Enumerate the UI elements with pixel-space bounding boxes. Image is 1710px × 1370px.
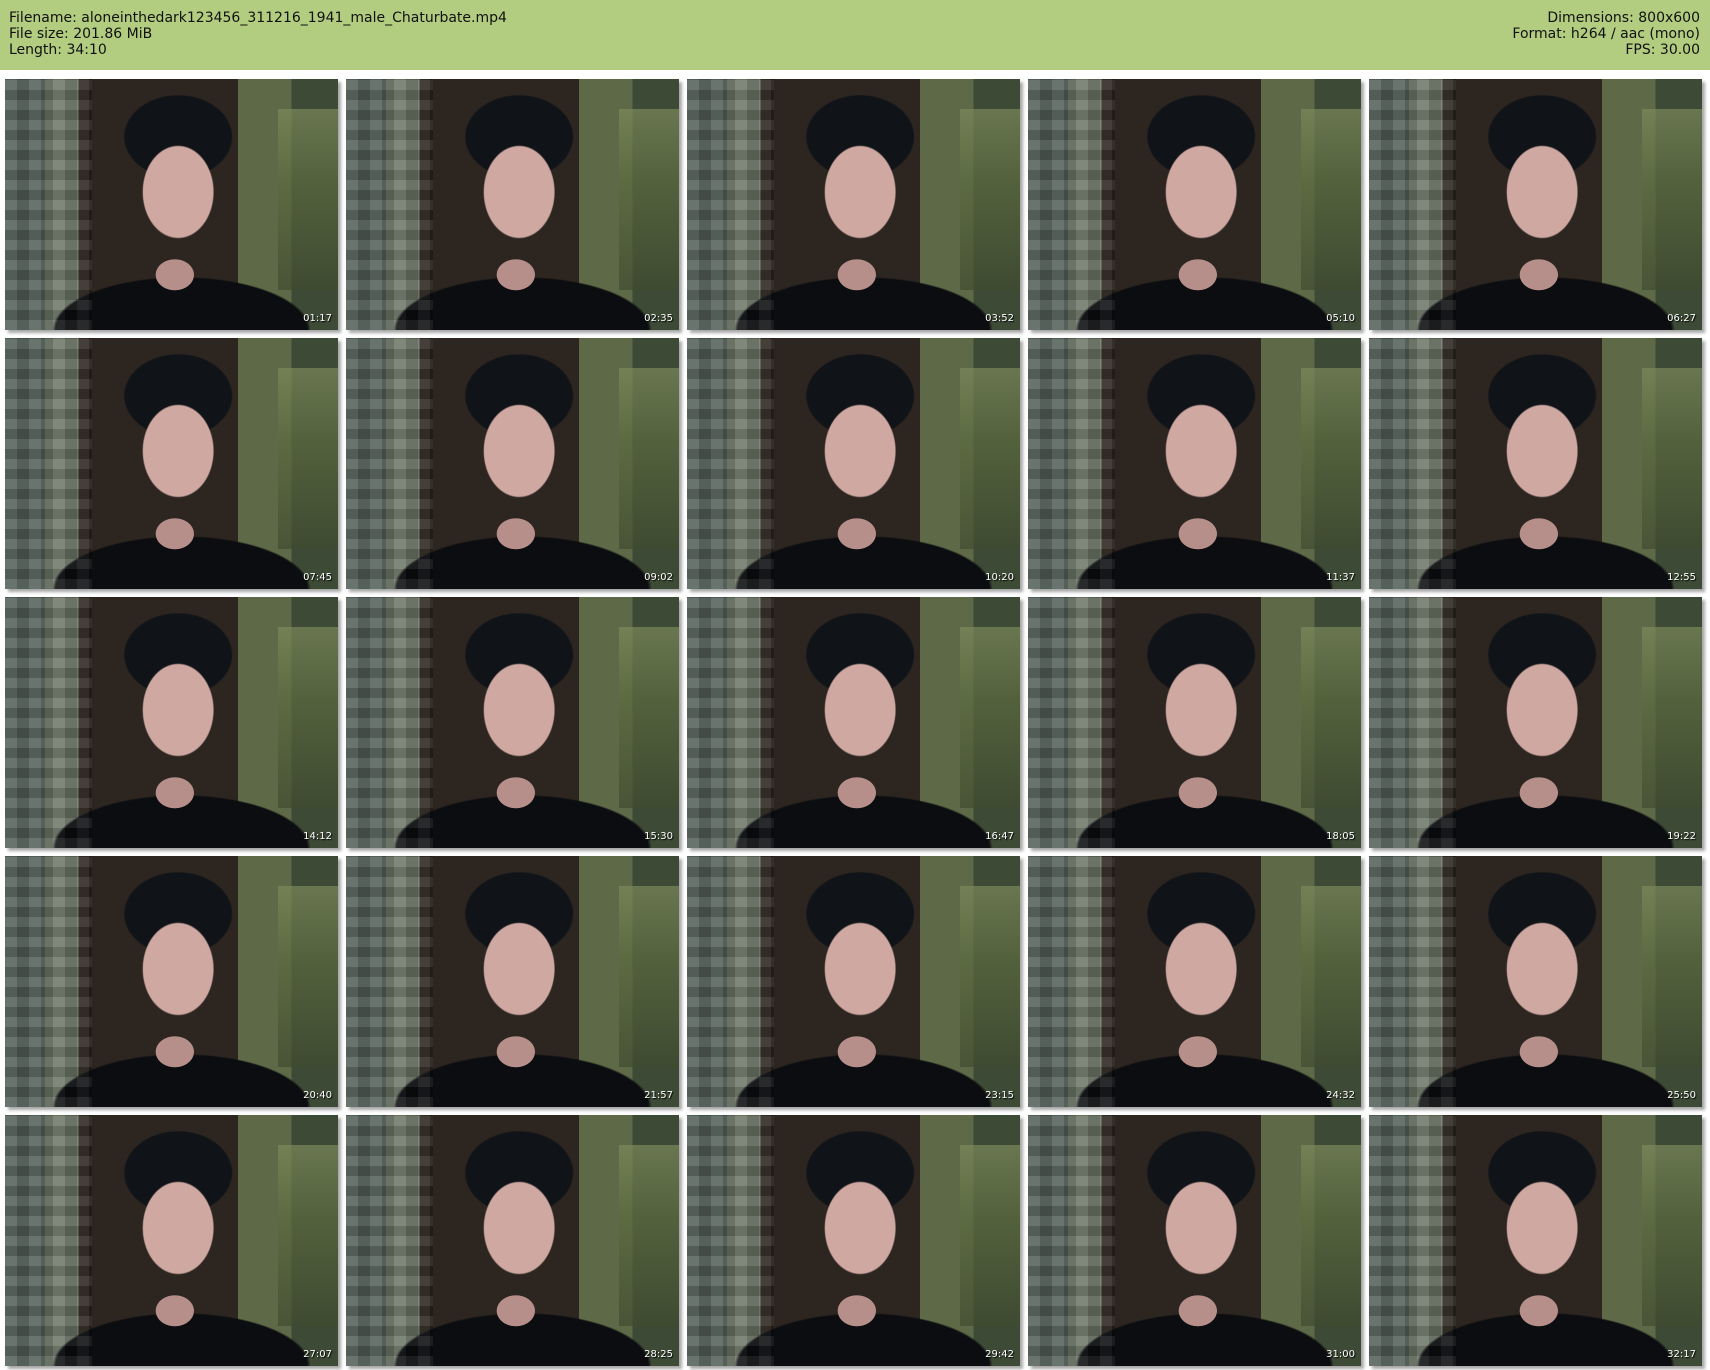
timestamp-label: 24:32: [1326, 1090, 1355, 1101]
timestamp-label: 11:37: [1326, 572, 1355, 583]
timestamp-label: 01:17: [303, 313, 332, 324]
thumbnail[interactable]: 12:55: [1369, 338, 1702, 589]
thumbnail[interactable]: 10:20: [687, 338, 1020, 589]
timestamp-label: 28:25: [644, 1349, 673, 1360]
timestamp-label: 09:02: [644, 572, 673, 583]
timestamp-label: 14:12: [303, 831, 332, 842]
fps-text: FPS: 30.00: [1625, 42, 1700, 58]
thumbnail[interactable]: 07:45: [5, 338, 338, 589]
thumbnail[interactable]: 32:17: [1369, 1115, 1702, 1366]
timestamp-label: 20:40: [303, 1090, 332, 1101]
timestamp-label: 06:27: [1667, 313, 1696, 324]
timestamp-label: 10:20: [985, 572, 1014, 583]
timestamp-label: 02:35: [644, 313, 673, 324]
dimensions-text: Dimensions: 800x600: [1547, 10, 1700, 26]
thumbnail[interactable]: 18:05: [1028, 597, 1361, 848]
thumbnail[interactable]: 14:12: [5, 597, 338, 848]
timestamp-label: 29:42: [985, 1349, 1014, 1360]
thumbnail[interactable]: 03:52: [687, 79, 1020, 330]
thumbnail[interactable]: 23:15: [687, 856, 1020, 1107]
timestamp-label: 16:47: [985, 831, 1014, 842]
thumbnail-grid: 01:17 02:35 03:52 05:10 06:27 07:45 09:0…: [0, 70, 1710, 1370]
thumbnail[interactable]: 24:32: [1028, 856, 1361, 1107]
timestamp-label: 21:57: [644, 1090, 673, 1101]
thumbnail[interactable]: 01:17: [5, 79, 338, 330]
thumbnail[interactable]: 05:10: [1028, 79, 1361, 330]
file-info: Filename: aloneinthedark123456_311216_19…: [9, 10, 507, 58]
thumbnail[interactable]: 06:27: [1369, 79, 1702, 330]
filename-text: Filename: aloneinthedark123456_311216_19…: [9, 10, 507, 26]
thumbnail[interactable]: 19:22: [1369, 597, 1702, 848]
timestamp-label: 15:30: [644, 831, 673, 842]
thumbnail[interactable]: 09:02: [346, 338, 679, 589]
timestamp-label: 31:00: [1326, 1349, 1355, 1360]
thumbnail[interactable]: 21:57: [346, 856, 679, 1107]
timestamp-label: 05:10: [1326, 313, 1355, 324]
thumbnail[interactable]: 11:37: [1028, 338, 1361, 589]
thumbnail[interactable]: 02:35: [346, 79, 679, 330]
thumbnail[interactable]: 15:30: [346, 597, 679, 848]
format-text: Format: h264 / aac (mono): [1512, 26, 1700, 42]
timestamp-label: 18:05: [1326, 831, 1355, 842]
timestamp-label: 25:50: [1667, 1090, 1696, 1101]
timestamp-label: 27:07: [303, 1349, 332, 1360]
length-text: Length: 34:10: [9, 42, 107, 58]
thumbnail[interactable]: 25:50: [1369, 856, 1702, 1107]
filesize-text: File size: 201.86 MiB: [9, 26, 153, 42]
thumbnail[interactable]: 27:07: [5, 1115, 338, 1366]
thumbnail[interactable]: 20:40: [5, 856, 338, 1107]
thumbnail[interactable]: 16:47: [687, 597, 1020, 848]
timestamp-label: 32:17: [1667, 1349, 1696, 1360]
video-info: Dimensions: 800x600 Format: h264 / aac (…: [1512, 10, 1700, 58]
timestamp-label: 19:22: [1667, 831, 1696, 842]
thumbnail[interactable]: 29:42: [687, 1115, 1020, 1366]
timestamp-label: 12:55: [1667, 572, 1696, 583]
thumbnail[interactable]: 28:25: [346, 1115, 679, 1366]
info-header: Filename: aloneinthedark123456_311216_19…: [0, 0, 1710, 70]
thumbnail[interactable]: 31:00: [1028, 1115, 1361, 1366]
timestamp-label: 07:45: [303, 572, 332, 583]
timestamp-label: 23:15: [985, 1090, 1014, 1101]
timestamp-label: 03:52: [985, 313, 1014, 324]
